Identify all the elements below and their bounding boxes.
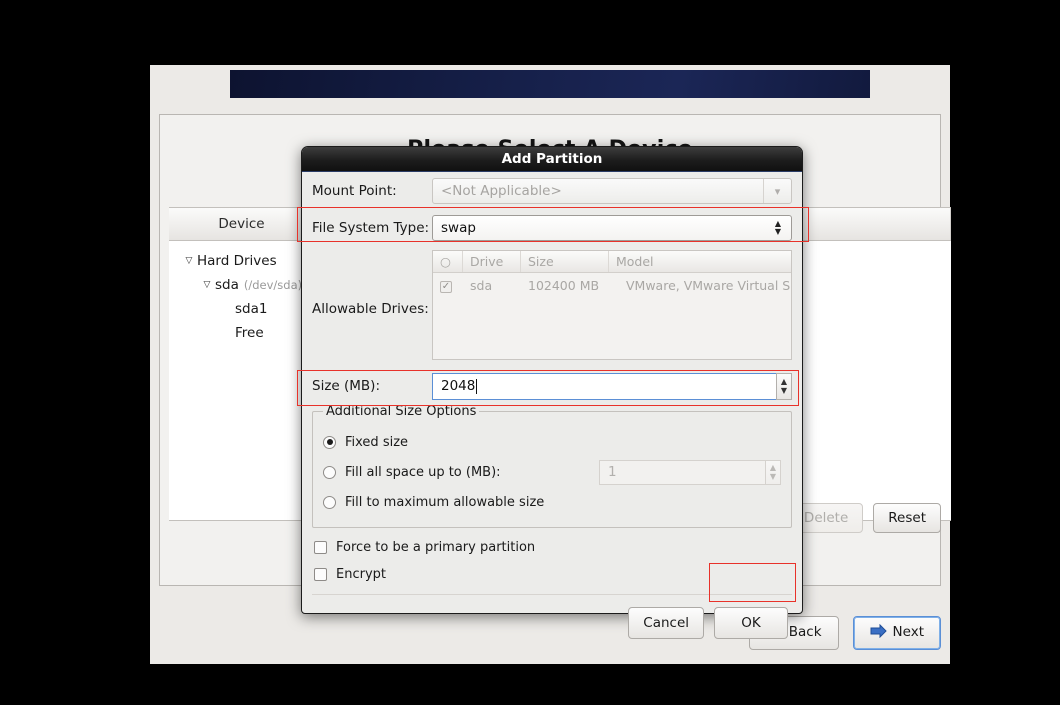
spinner-updown-icon[interactable]: ▲ ▼: [765, 459, 781, 485]
file-system-type-label: File System Type:: [312, 220, 430, 236]
checkbox-label: Force to be a primary partition: [336, 540, 536, 555]
checkbox-label: Encrypt: [336, 567, 386, 582]
drive-model: VMware, VMware Virtual S: [626, 277, 791, 293]
fill-all-space-spinner[interactable]: 1 ▲ ▼: [599, 459, 781, 485]
brand-banner: [230, 70, 870, 98]
spinner-updown-icon[interactable]: ▲ ▼: [765, 216, 791, 240]
mount-point-label: Mount Point:: [312, 183, 397, 199]
radio-fill-all-space[interactable]: Fill all space up to (MB): 1 ▲ ▼: [323, 457, 781, 487]
size-label: Size (MB):: [312, 378, 380, 394]
check-icon: ✓: [440, 280, 452, 293]
checkbox-icon[interactable]: [314, 568, 327, 581]
radio-icon[interactable]: [323, 465, 336, 479]
add-partition-dialog: Add Partition Mount Point: <Not Applicab…: [301, 146, 803, 639]
drive-name: sda: [470, 277, 493, 293]
cancel-button[interactable]: Cancel: [628, 607, 704, 639]
size-input-value: 2048: [441, 378, 476, 394]
size-input[interactable]: 2048: [432, 372, 776, 400]
additional-size-options-legend: Additional Size Options: [326, 404, 477, 419]
ok-button[interactable]: OK: [714, 607, 788, 639]
fill-all-space-input[interactable]: 1: [599, 459, 765, 485]
column-header-drive[interactable]: Drive: [463, 251, 521, 272]
chevron-down-icon[interactable]: ▾: [763, 179, 791, 203]
mount-point-combobox[interactable]: <Not Applicable> ▾: [432, 178, 792, 204]
table-row[interactable]: ✓ sda 102400 MB VMware, VMware Virtual S: [433, 273, 791, 297]
drive-size: 102400 MB: [528, 277, 600, 293]
encrypt-checkbox-row[interactable]: Encrypt: [302, 561, 802, 588]
radio-label: Fixed size: [345, 434, 409, 450]
tree-item-label: Free: [235, 325, 264, 341]
arrow-right-icon: [870, 623, 887, 642]
reset-button[interactable]: Reset: [873, 503, 941, 533]
radio-fill-maximum[interactable]: Fill to maximum allowable size: [323, 487, 781, 517]
column-header-model[interactable]: Model: [609, 251, 791, 272]
tree-item-label: sda: [215, 277, 239, 293]
allowable-drives-header: ○ Drive Size Model: [433, 251, 791, 273]
dialog-button-bar: Cancel OK: [302, 595, 802, 639]
chevron-down-icon[interactable]: ▽: [181, 256, 197, 266]
tree-item-device-path: (/dev/sda): [243, 278, 303, 292]
radio-label: Fill to maximum allowable size: [345, 494, 545, 510]
size-row: Size (MB): 2048 ▲ ▼: [302, 368, 802, 404]
radio-icon[interactable]: [323, 435, 336, 449]
spinner-updown-icon[interactable]: ▲ ▼: [776, 372, 792, 400]
chevron-down-icon[interactable]: ▽: [199, 280, 215, 290]
radio-label: Fill all space up to (MB):: [345, 464, 501, 480]
next-button-label: Next: [892, 624, 924, 640]
column-header-size[interactable]: Size: [521, 251, 609, 272]
column-header-select[interactable]: ○: [433, 251, 463, 272]
mount-point-row: Mount Point: <Not Applicable> ▾: [302, 172, 802, 210]
checkbox-icon[interactable]: [314, 541, 327, 554]
file-system-type-combobox[interactable]: swap ▲ ▼: [432, 215, 792, 241]
size-spinner[interactable]: 2048 ▲ ▼: [432, 372, 792, 400]
mount-point-value: <Not Applicable>: [441, 183, 562, 199]
allowable-drives-label: Allowable Drives:: [312, 301, 429, 317]
dialog-titlebar: Add Partition: [302, 147, 802, 172]
allowable-drives-table[interactable]: ○ Drive Size Model ✓ sda 102400 MB VMwar…: [432, 250, 792, 360]
drive-checkbox[interactable]: ✓: [433, 277, 463, 293]
text-caret: [476, 378, 478, 394]
force-primary-partition-checkbox-row[interactable]: Force to be a primary partition: [302, 534, 802, 561]
column-header-device[interactable]: Device: [169, 208, 315, 240]
radio-icon[interactable]: [323, 495, 336, 509]
tree-item-label: Hard Drives: [197, 253, 277, 269]
tree-item-label: sda1: [235, 301, 268, 317]
next-button[interactable]: Next: [852, 616, 941, 650]
file-system-type-value: swap: [441, 220, 476, 236]
allowable-drives-row: Allowable Drives: ○ Drive Size Model ✓ s…: [302, 246, 802, 368]
radio-fixed-size[interactable]: Fixed size: [323, 427, 781, 457]
additional-size-options-group: Additional Size Options Fixed size Fill …: [312, 404, 792, 528]
fill-all-space-value: 1: [608, 464, 617, 480]
dialog-title: Add Partition: [501, 151, 603, 167]
file-system-type-row: File System Type: swap ▲ ▼: [302, 210, 802, 246]
